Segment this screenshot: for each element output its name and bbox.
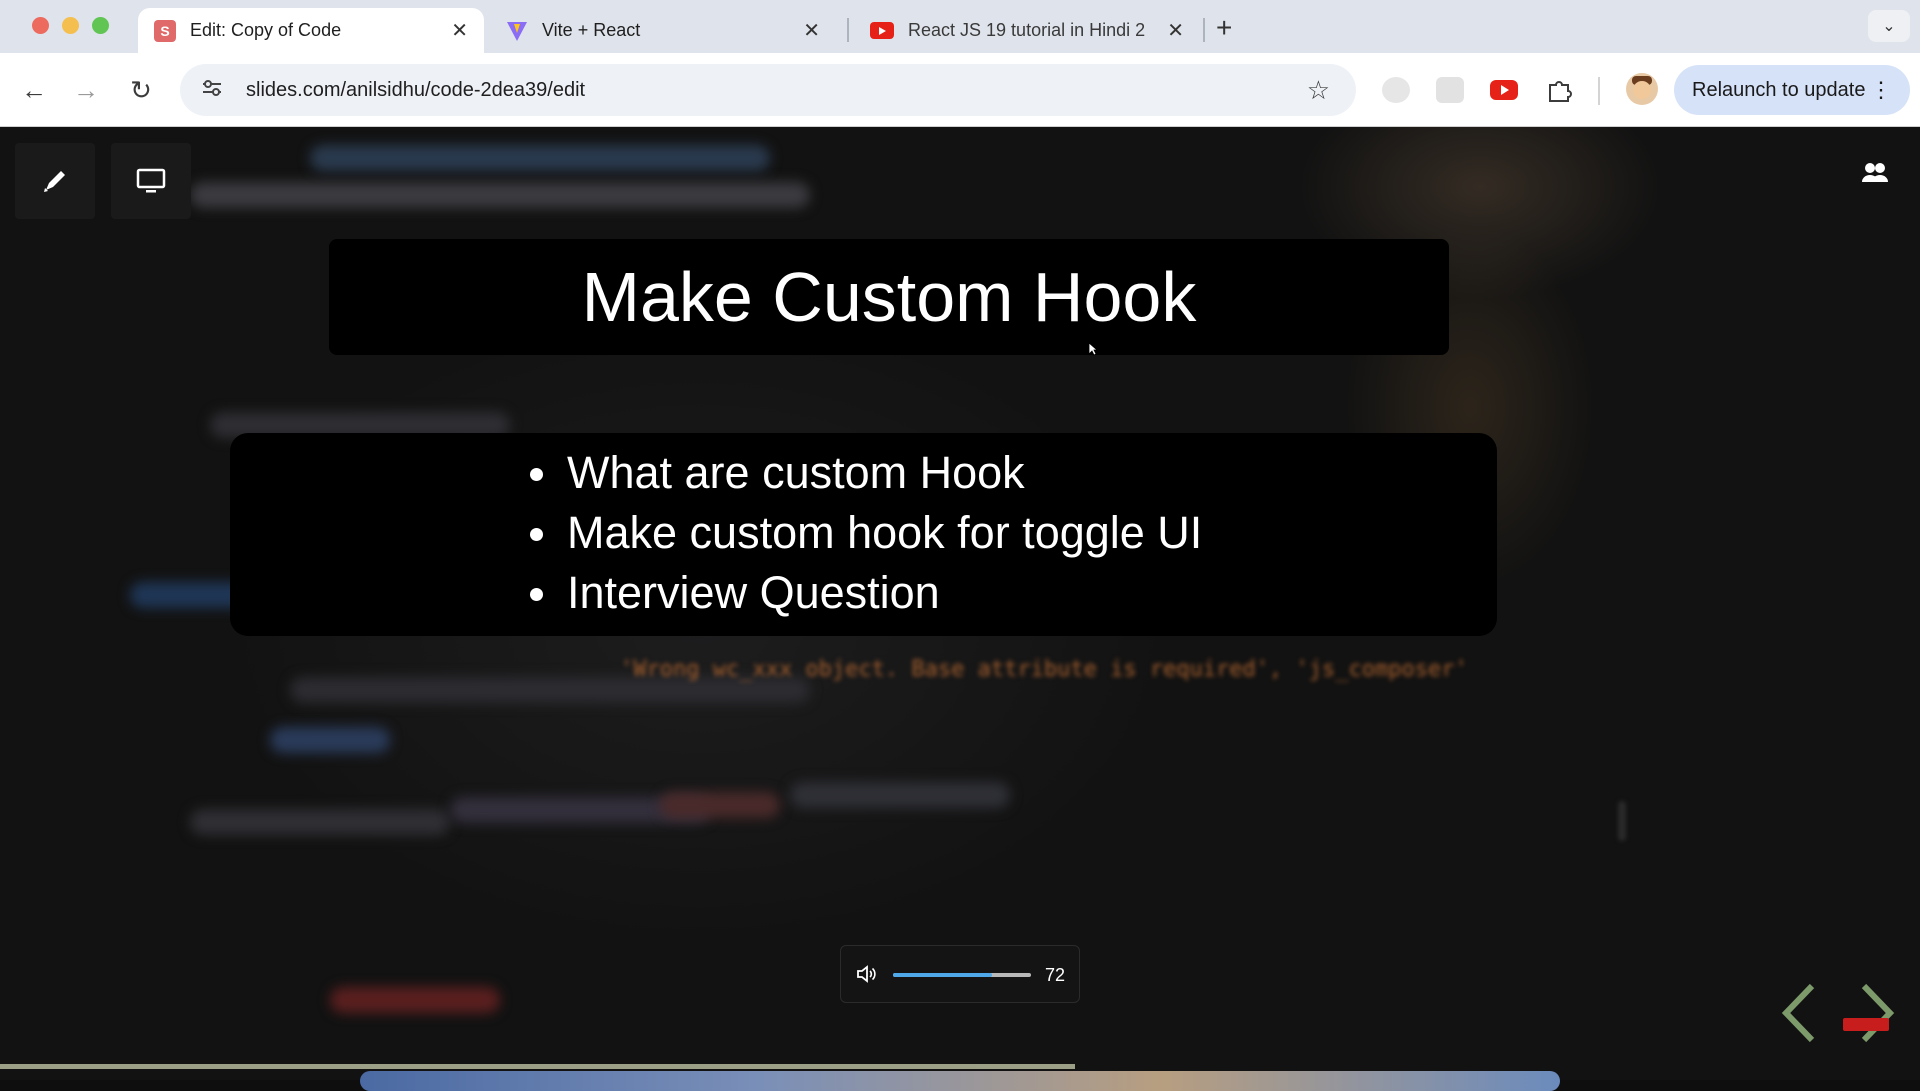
- slide-title: Make Custom Hook: [581, 258, 1197, 336]
- presentation-progress-bar: [0, 1064, 1076, 1069]
- minimize-window-button[interactable]: [62, 17, 79, 34]
- forward-button[interactable]: →: [70, 75, 102, 106]
- tab-title: React JS 19 tutorial in Hindi 2: [908, 20, 1146, 40]
- volume-slider-fill: [893, 973, 993, 977]
- background-decoration: [790, 782, 1010, 808]
- monitor-icon: [136, 168, 166, 193]
- background-decoration: [190, 809, 450, 835]
- bullet-item: Interview Question: [530, 563, 1202, 623]
- background-decoration: [660, 792, 780, 818]
- tab-react-tutorial[interactable]: React JS 19 tutorial in Hindi 2 ✕: [854, 8, 1200, 53]
- close-window-button[interactable]: [32, 17, 49, 34]
- volume-value: 72: [1045, 965, 1066, 985]
- extensions-puzzle-icon[interactable]: [1545, 77, 1573, 103]
- slides-icon: S: [154, 19, 176, 42]
- collaborators-button[interactable]: [1848, 145, 1902, 199]
- close-tab-icon[interactable]: ✕: [1167, 18, 1184, 43]
- toolbar-divider: [1598, 77, 1600, 105]
- background-decoration: [270, 727, 390, 753]
- tab-separator: [847, 18, 849, 42]
- pen-icon: [44, 171, 65, 192]
- tab-separator: [1203, 18, 1205, 42]
- speaker-icon[interactable]: [855, 962, 879, 986]
- close-tab-icon[interactable]: ✕: [803, 18, 820, 43]
- next-slide-button[interactable]: [1846, 980, 1906, 1046]
- bullet-list: What are custom Hook Make custom hook fo…: [530, 443, 1202, 623]
- tab-edit-copy-of-code[interactable]: S Edit: Copy of Code ✕: [138, 8, 484, 53]
- volume-control[interactable]: 72: [840, 945, 1080, 1003]
- slide-viewport: 'Wrong wc_xxx object. Base attribute is …: [0, 127, 1920, 1080]
- new-tab-button[interactable]: +: [1216, 12, 1232, 44]
- back-button[interactable]: ←: [18, 75, 50, 106]
- bullet-item: What are custom Hook: [530, 443, 1202, 503]
- background-decoration: [330, 987, 500, 1013]
- tab-strip: S Edit: Copy of Code ✕ Vite + React ✕ Re…: [0, 0, 1920, 53]
- tab-title: Vite + React: [542, 20, 641, 40]
- reload-button[interactable]: ↻: [125, 75, 157, 106]
- youtube-icon: [870, 22, 894, 39]
- tab-title: Edit: Copy of Code: [190, 20, 342, 40]
- url-text: slides.com/anilsidhu/code-2dea39/edit: [246, 78, 586, 101]
- volume-slider[interactable]: [893, 973, 1031, 977]
- relaunch-label: Relaunch to update: [1692, 78, 1866, 101]
- vite-icon: [506, 20, 528, 42]
- draw-tool-button[interactable]: [15, 143, 95, 219]
- more-menu-icon[interactable]: ⋮: [1870, 77, 1892, 103]
- dock: [360, 1071, 1560, 1091]
- youtube-extension-icon[interactable]: [1490, 80, 1518, 100]
- people-icon: [1862, 163, 1888, 182]
- subscribe-badge: [1843, 1018, 1889, 1031]
- extension-grid-icon[interactable]: [1436, 77, 1464, 103]
- previous-slide-button[interactable]: [1770, 980, 1830, 1046]
- toolbar: ← → ↻ slides.com/anilsidhu/code-2dea39/e…: [0, 53, 1920, 127]
- background-decoration: [190, 182, 810, 208]
- profile-avatar[interactable]: [1626, 73, 1658, 105]
- background-decoration: [1618, 801, 1626, 841]
- mouse-cursor: [1088, 342, 1098, 356]
- background-code-text: 'Wrong wc_xxx object. Base attribute is …: [620, 657, 1468, 682]
- relaunch-to-update-button[interactable]: Relaunch to update ⋮: [1674, 65, 1910, 115]
- background-decoration: [310, 145, 770, 171]
- bullet-item: Make custom hook for toggle UI: [530, 503, 1202, 563]
- slide-content-box: What are custom Hook Make custom hook fo…: [230, 433, 1497, 636]
- address-bar[interactable]: slides.com/anilsidhu/code-2dea39/edit ☆: [180, 64, 1356, 116]
- site-settings-icon[interactable]: [194, 78, 230, 103]
- maximize-window-button[interactable]: [92, 17, 109, 34]
- tab-search-button[interactable]: ⌄: [1868, 10, 1910, 42]
- bookmark-star-icon[interactable]: ☆: [1307, 75, 1330, 106]
- present-mode-button[interactable]: [111, 143, 191, 219]
- extension-recorder-icon[interactable]: [1382, 77, 1410, 103]
- close-tab-icon[interactable]: ✕: [451, 18, 468, 43]
- slide-title-box: Make Custom Hook: [329, 239, 1449, 355]
- tab-vite-react[interactable]: Vite + React ✕: [490, 8, 836, 53]
